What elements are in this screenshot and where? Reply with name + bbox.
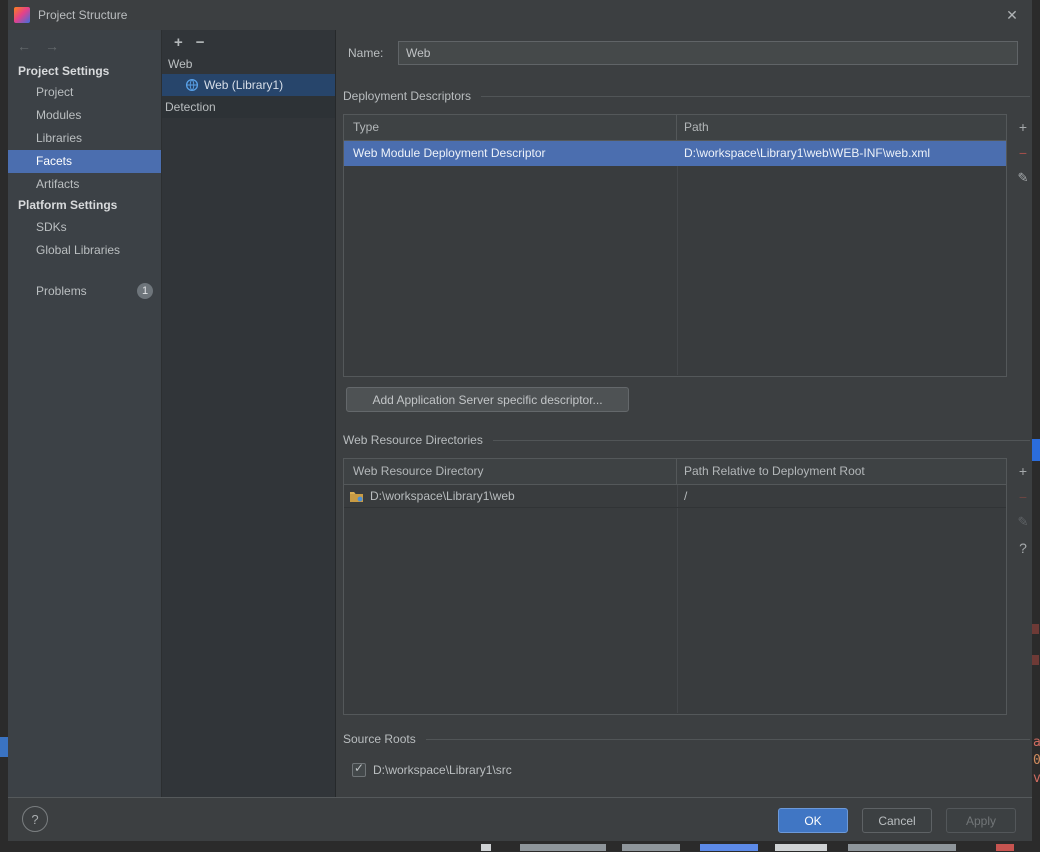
remove-resource-button[interactable]: − — [1012, 487, 1034, 507]
settings-sidebar: ← → Project Settings Project Modules Lib… — [8, 30, 162, 797]
background-code-fragment — [622, 844, 680, 851]
column-divider — [677, 485, 678, 713]
dialog-title: Project Structure — [38, 8, 128, 22]
table-header: Web Resource Directory Path Relative to … — [344, 459, 1006, 485]
problems-count-badge: 1 — [137, 283, 153, 299]
table-header: Type Path — [344, 115, 1006, 141]
background-code-fragment — [996, 844, 1014, 851]
apply-button[interactable]: Apply — [946, 808, 1016, 833]
section-rule — [481, 95, 1030, 97]
source-root-checkbox[interactable]: ✓ — [352, 761, 366, 777]
cell-relative-path: / — [684, 489, 688, 503]
edit-resource-button[interactable]: ✎ — [1012, 512, 1034, 532]
deployment-descriptors-section-header: Deployment Descriptors — [343, 88, 1030, 104]
add-descriptor-button[interactable]: + — [1012, 117, 1034, 137]
background-code-fragment — [775, 844, 827, 851]
sidebar-item-modules[interactable]: Modules — [8, 104, 161, 127]
web-resource-directories-table: Web Resource Directory Path Relative to … — [343, 458, 1007, 715]
sidebar-item-project[interactable]: Project — [8, 81, 161, 104]
section-rule — [492, 439, 1030, 441]
close-button[interactable]: ✕ — [1002, 7, 1022, 24]
background-code-fragment — [848, 844, 956, 851]
section-rule — [425, 738, 1030, 740]
tree-toolbar: + − — [162, 30, 205, 54]
add-resource-button[interactable]: + — [1012, 461, 1034, 481]
intellij-logo-icon — [14, 7, 30, 23]
column-header-type: Type — [344, 115, 677, 140]
name-label: Name: — [348, 46, 384, 60]
table-body: D:\workspace\Library1\web / — [344, 485, 1006, 713]
background-left-blue-block — [0, 737, 8, 757]
background-edge-letter: v — [1033, 772, 1040, 786]
deployment-descriptors-table: Type Path Web Module Deployment Descript… — [343, 114, 1007, 377]
background-code-fragment — [481, 844, 491, 851]
sidebar-item-facets[interactable]: Facets — [8, 150, 161, 173]
problems-label: Problems — [36, 284, 87, 298]
source-root-label: D:\workspace\Library1\src — [373, 763, 512, 777]
column-header-directory: Web Resource Directory — [344, 459, 677, 484]
forward-button[interactable]: → — [44, 38, 60, 54]
help-icon: ? — [31, 811, 39, 827]
sidebar-item-libraries[interactable]: Libraries — [8, 127, 161, 150]
section-title: Web Resource Directories — [343, 433, 483, 447]
cell-descriptor-path: D:\workspace\Library1\web\WEB-INF\web.xm… — [684, 146, 931, 160]
table-row[interactable]: D:\workspace\Library1\web / — [344, 485, 1006, 508]
background-code-fragment — [1032, 624, 1039, 634]
ok-button[interactable]: OK — [778, 808, 848, 833]
background-edge-letter: a — [1033, 736, 1040, 750]
background-code-fragment — [700, 844, 758, 851]
sidebar-item-artifacts[interactable]: Artifacts — [8, 173, 161, 196]
column-divider — [677, 141, 678, 375]
table-row[interactable]: Web Module Deployment Descriptor D:\work… — [344, 141, 1006, 166]
add-facet-button[interactable]: + — [174, 35, 183, 50]
section-title: Source Roots — [343, 732, 416, 746]
edit-descriptor-button[interactable]: ✎ — [1012, 168, 1034, 188]
column-header-path: Path — [684, 120, 709, 134]
cell-resource-directory: D:\workspace\Library1\web — [344, 485, 677, 507]
footer-divider — [8, 797, 1032, 798]
back-button[interactable]: ← — [16, 38, 32, 54]
table-body: Web Module Deployment Descriptor D:\work… — [344, 141, 1006, 375]
column-header-relative-path: Path Relative to Deployment Root — [684, 464, 865, 478]
facets-tree-panel: + − Web Web (Library1) Detection — [162, 30, 336, 797]
history-nav: ← → — [16, 34, 60, 58]
background-code-fragment — [520, 844, 606, 851]
help-button[interactable]: ? — [22, 806, 48, 832]
remove-descriptor-button[interactable]: − — [1012, 143, 1034, 163]
section-title: Deployment Descriptors — [343, 89, 472, 103]
web-facet-icon — [185, 78, 199, 92]
section-header-platform-settings: Platform Settings — [18, 198, 118, 212]
tree-item-detection[interactable]: Detection — [162, 96, 335, 118]
project-structure-dialog: Project Structure ✕ ← → Project Settings… — [8, 0, 1032, 841]
name-input[interactable] — [398, 41, 1018, 65]
remove-facet-button[interactable]: − — [196, 35, 205, 50]
add-app-server-descriptor-button[interactable]: Add Application Server specific descript… — [346, 387, 629, 412]
background-edge-letter: 0 — [1033, 754, 1040, 768]
resource-directory-path: D:\workspace\Library1\web — [370, 489, 515, 503]
web-folder-icon — [350, 491, 363, 502]
source-roots-section-header: Source Roots — [343, 731, 1030, 747]
tree-item-web-library1[interactable]: Web (Library1) — [162, 74, 335, 96]
checkmark-icon: ✓ — [354, 761, 365, 775]
tree-group-web[interactable]: Web — [162, 54, 335, 74]
help-resource-button[interactable]: ? — [1012, 538, 1034, 558]
sidebar-item-sdks[interactable]: SDKs — [8, 216, 161, 239]
background-code-fragment — [1032, 655, 1039, 665]
dialog-titlebar: Project Structure ✕ — [8, 0, 1032, 30]
sidebar-item-problems[interactable]: Problems 1 — [8, 280, 161, 303]
cancel-button[interactable]: Cancel — [862, 808, 932, 833]
section-header-project-settings: Project Settings — [18, 64, 110, 78]
sidebar-item-global-libraries[interactable]: Global Libraries — [8, 239, 161, 262]
source-root-row: ✓ D:\workspace\Library1\src — [352, 761, 512, 779]
cell-descriptor-type: Web Module Deployment Descriptor — [353, 146, 546, 160]
background-right-blue-block — [1032, 439, 1040, 461]
tree-item-label: Web (Library1) — [204, 78, 284, 92]
web-resource-directories-section-header: Web Resource Directories — [343, 432, 1030, 448]
